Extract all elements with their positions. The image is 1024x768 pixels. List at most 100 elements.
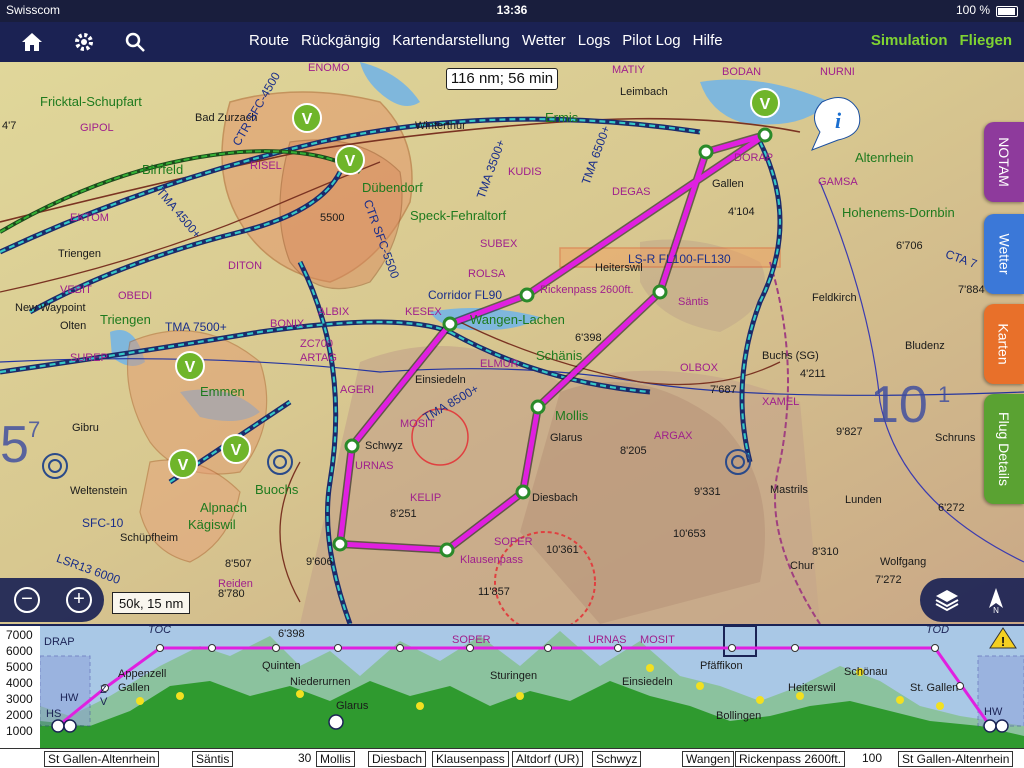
label-glarus: Glarus: [550, 432, 583, 444]
profile-schonau: Schönau: [844, 666, 888, 678]
rp-urnas: URNAS: [355, 460, 394, 472]
search-icon[interactable]: [121, 28, 149, 56]
label-weltenstein: Gibru: [72, 422, 99, 434]
label-buchs: Buchs (SG): [762, 350, 819, 362]
label-schwyz: Schwyz: [365, 440, 403, 452]
alt-3000: 3000: [6, 692, 33, 706]
profile-hw-left: HW: [60, 692, 79, 704]
elev-15: 8'310: [812, 546, 839, 558]
wp-klausenpass[interactable]: Klausenpass: [432, 751, 509, 767]
wp-santis[interactable]: Säntis: [192, 751, 234, 767]
rp-subex: SUBEX: [480, 238, 518, 250]
elev-2: 7'687: [710, 384, 737, 396]
rp-kelip: KELIP: [410, 492, 442, 504]
rp-argax: ARGAX: [654, 430, 693, 442]
label-kagiswil: Kägiswil: [188, 517, 236, 532]
app: Swisscom 13:36 100 % Route Rückgängig Ka…: [0, 0, 1024, 768]
svg-text:V: V: [231, 442, 242, 459]
tab-charts[interactable]: Karten: [984, 304, 1024, 384]
profile-dorap: DRAP: [44, 636, 75, 648]
rp-bodan: BODAN: [722, 66, 762, 78]
menu-undo[interactable]: Rückgängig: [301, 32, 380, 49]
zoom-in-button[interactable]: +: [66, 587, 92, 613]
elev-12: 6'706: [896, 240, 923, 252]
tab-flight-details-label: Flug Details: [996, 412, 1013, 486]
label-feldkirch: Feldkirch: [812, 292, 857, 304]
map-tools: N: [920, 578, 1024, 622]
label-speck: Speck-Fehraltorf: [410, 208, 507, 223]
fly-button[interactable]: Fliegen: [959, 32, 1012, 49]
menu-logs[interactable]: Logs: [578, 32, 611, 49]
menu-route[interactable]: Route: [249, 32, 289, 49]
wp-schwyz[interactable]: Schwyz: [592, 751, 642, 767]
nav-bar: Route Rückgängig Kartendarstellung Wette…: [0, 22, 1024, 62]
tab-weather-label: Wetter: [996, 233, 1013, 275]
label-wangen-lachen: Wangen-Lachen: [470, 312, 565, 327]
layers-icon[interactable]: [934, 588, 960, 612]
profile-quinten: Quinten: [262, 660, 301, 672]
elev-9: 9'606: [306, 556, 333, 568]
elev-4: 9'331: [694, 486, 721, 498]
label-triengen: Triengen: [100, 312, 151, 327]
label-buochs: Buochs: [255, 482, 299, 497]
vertical-profile[interactable]: ! 7000 6000 5000 4000 3000 2000 1000 TOC…: [0, 624, 1024, 750]
profile-hs-left: HS: [46, 708, 62, 720]
profile-urnas: URNAS: [588, 634, 627, 646]
aeronautical-map[interactable]: V V V V V V i 5 7 10 1 116 nm; 56 min Frickt…: [0, 62, 1024, 624]
svg-text:5: 5: [0, 416, 29, 474]
svg-text:V: V: [185, 359, 196, 376]
rp-olbox: OLBOX: [680, 362, 718, 374]
menu-pilot-log[interactable]: Pilot Log: [622, 32, 680, 49]
zoom-out-button[interactable]: −: [14, 587, 40, 613]
rp-diton: DITON: [228, 260, 263, 272]
rp-elmur: ELMUR: [480, 358, 519, 370]
svg-text:N: N: [993, 606, 999, 614]
profile-st-gallen: St. Gallen: [910, 682, 959, 694]
alt-2000: 2000: [6, 708, 33, 722]
elev-14: 4'104: [728, 206, 755, 218]
waypoint-strip: St Gallen-Altenrhein Säntis 30 Mollis Di…: [0, 748, 1024, 768]
clock: 13:36: [496, 3, 528, 17]
alt-5000: 5000: [6, 660, 33, 674]
label-reiden: New Waypoint: [15, 302, 86, 314]
menu-map-display[interactable]: Kartendarstellung: [392, 32, 510, 49]
gear-icon[interactable]: [70, 28, 98, 56]
distance-tick-100: 100: [862, 751, 883, 765]
label-leimbach: Leimbach: [620, 86, 668, 98]
home-icon[interactable]: [18, 28, 46, 56]
tab-flight-details[interactable]: Flug Details: [984, 394, 1024, 504]
profile-niederurnen: Niederurnen: [290, 676, 351, 688]
svg-text:i: i: [835, 108, 842, 133]
elev-3: 8'205: [620, 445, 647, 457]
svg-text:V: V: [760, 96, 771, 113]
wp-wangen[interactable]: Wangen: [682, 751, 735, 767]
wp-altdorf[interactable]: Altdorf (UR): [512, 751, 584, 767]
tab-weather[interactable]: Wetter: [984, 214, 1024, 294]
label-klausenpass: Klausenpass: [460, 554, 523, 566]
battery-percent: 100 %: [955, 3, 990, 17]
svg-text:7: 7: [28, 417, 40, 442]
svg-text:V: V: [302, 111, 313, 128]
wp-st-gallen-end[interactable]: St Gallen-Altenrhein: [898, 751, 1014, 767]
wp-st-gallen-start[interactable]: St Gallen-Altenrhein: [44, 751, 160, 767]
label-bludenz: Bludenz: [905, 340, 945, 352]
label-new-waypoint: Triengen: [58, 248, 102, 260]
wp-rickenpass[interactable]: Rickenpass 2600ft.: [735, 751, 846, 767]
menu-weather[interactable]: Wetter: [522, 32, 566, 49]
north-up-icon[interactable]: N: [986, 586, 1006, 614]
simulation-button[interactable]: Simulation: [871, 32, 948, 49]
profile-elev: 6'398: [278, 628, 305, 640]
rp-vebit: VEBIT: [60, 284, 92, 296]
wp-diesbach[interactable]: Diesbach: [368, 751, 427, 767]
menu-help[interactable]: Hilfe: [693, 32, 723, 49]
wp-mollis[interactable]: Mollis: [316, 751, 355, 767]
label-alpnach: Alpnach: [200, 500, 247, 515]
profile-tod: TOD: [926, 624, 950, 636]
elev-11: 11'857: [478, 586, 510, 598]
rp-ageri: AGERI: [340, 384, 375, 396]
label-schanis: Schänis: [536, 348, 583, 363]
elev-6: 10'361: [546, 544, 579, 556]
profile-toc: TOC: [148, 624, 172, 636]
rp-bonix: BONIX: [270, 318, 305, 330]
tab-notam[interactable]: NOTAM: [984, 122, 1024, 202]
